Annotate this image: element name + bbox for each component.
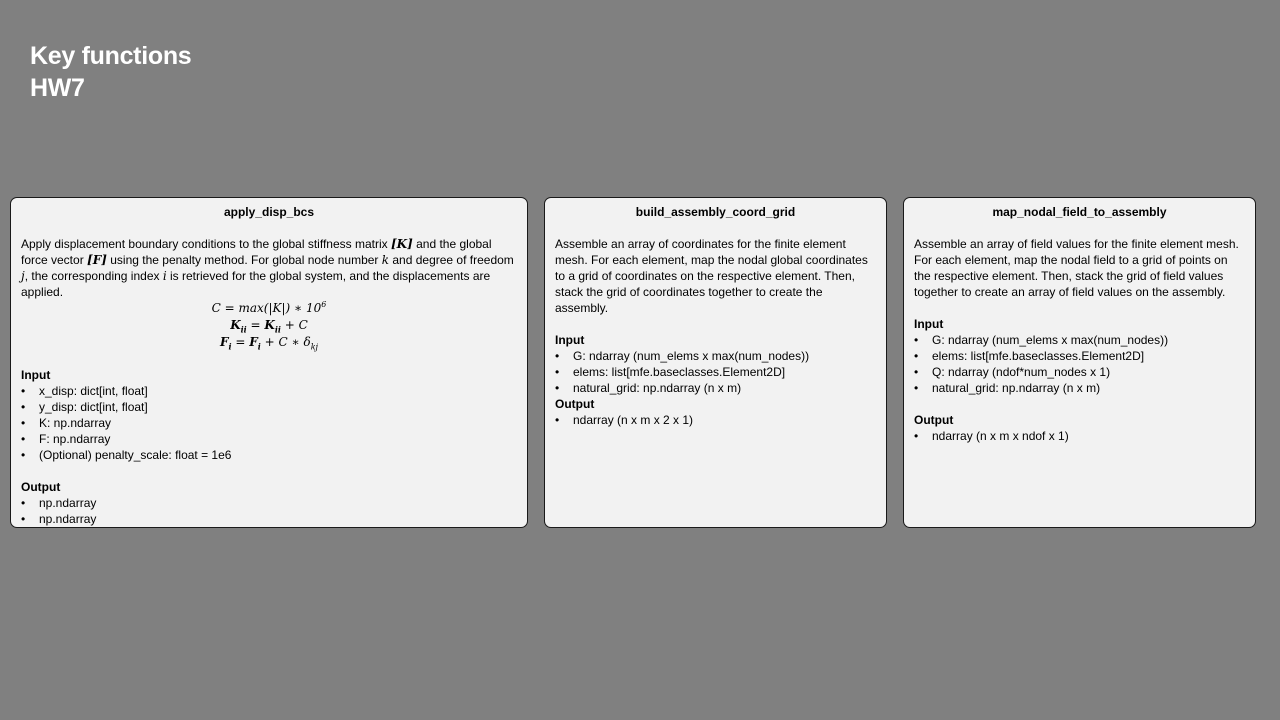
card-title: build_assembly_coord_grid [635, 205, 796, 219]
equation-text: F [219, 335, 229, 349]
output-item: np.ndarray [21, 511, 517, 527]
output-list: ndarray (n x m x 2 x 1) [555, 412, 876, 428]
input-item: natural_grid: np.ndarray (n x m) [914, 380, 1245, 396]
input-list: x_disp: dict[int, float] y_disp: dict[in… [21, 383, 517, 463]
equation-penalty-constant: C = max(|K|) ∗ 106 [21, 300, 517, 317]
output-heading: Output [555, 397, 595, 411]
equation-text: + C ∗ δ [260, 335, 311, 349]
input-item: natural_grid: np.ndarray (n x m) [555, 380, 876, 396]
output-heading: Output [914, 413, 954, 427]
input-heading: Input [555, 333, 585, 347]
equation-subscript: kj [310, 342, 319, 352]
equation-text: K [230, 318, 241, 332]
slide-title-line-1: Key functions [30, 42, 192, 70]
equation-block: C = max(|K|) ∗ 106 Kii = Kii + C Fi = Fi… [21, 300, 517, 351]
input-item: (Optional) penalty_scale: float = 1e6 [21, 447, 517, 463]
input-list: G: ndarray (num_elems x max(num_nodes)) … [914, 332, 1245, 396]
input-item: K: np.ndarray [21, 415, 517, 431]
input-item: y_disp: dict[int, float] [21, 399, 517, 415]
desc-math-K: [K] [390, 237, 413, 251]
input-heading: Input [914, 317, 944, 331]
function-card-apply-disp-bcs: apply_disp_bcs Apply displacement bounda… [10, 197, 528, 528]
input-item: G: ndarray (num_elems x max(num_nodes)) [555, 348, 876, 364]
slide-title-line-2: HW7 [30, 74, 85, 102]
equation-force-update: Fi = Fi + C ∗ δkj [21, 334, 517, 351]
input-item: F: np.ndarray [21, 431, 517, 447]
desc-text: Apply displacement boundary conditions t… [21, 237, 391, 251]
output-item: ndarray (n x m x ndof x 1) [914, 428, 1245, 444]
input-item: x_disp: dict[int, float] [21, 383, 517, 399]
input-item: elems: list[mfe.baseclasses.Element2D] [555, 364, 876, 380]
input-item: G: ndarray (num_elems x max(num_nodes)) [914, 332, 1245, 348]
equation-text: = [246, 318, 265, 332]
equation-text: F [249, 335, 258, 349]
desc-math-k: k [381, 253, 390, 267]
card-title: map_nodal_field_to_assembly [992, 205, 1167, 219]
card-description: Apply displacement boundary conditions t… [21, 236, 517, 300]
card-description: Assemble an array of field values for th… [914, 237, 1239, 299]
output-list: ndarray (n x m x ndof x 1) [914, 428, 1245, 444]
function-card-build-assembly-coord-grid: build_assembly_coord_grid Assemble an ar… [544, 197, 887, 528]
equation-text: C = max(|K|) ∗ 10 [211, 301, 322, 315]
output-item: ndarray (n x m x 2 x 1) [555, 412, 876, 428]
equation-superscript: 6 [321, 300, 327, 309]
desc-math-F: [F] [87, 253, 107, 267]
slide-title: Key functions HW7 [30, 40, 192, 104]
input-item: Q: ndarray (ndof*num_nodes x 1) [914, 364, 1245, 380]
output-heading: Output [21, 480, 61, 494]
input-heading: Input [21, 368, 51, 382]
card-description: Assemble an array of coordinates for the… [555, 237, 868, 315]
output-item: np.ndarray [21, 495, 517, 511]
card-title: apply_disp_bcs [223, 205, 315, 219]
output-list: np.ndarray np.ndarray [21, 495, 517, 527]
input-list: G: ndarray (num_elems x max(num_nodes)) … [555, 348, 876, 396]
function-card-map-nodal-field-to-assembly: map_nodal_field_to_assembly Assemble an … [903, 197, 1256, 528]
input-item: elems: list[mfe.baseclasses.Element2D] [914, 348, 1245, 364]
equation-text: K [264, 318, 275, 332]
equation-stiffness-update: Kii = Kii + C [21, 317, 517, 334]
equation-text: = [231, 335, 250, 349]
desc-text: and degree of freedom [389, 253, 514, 267]
desc-text: , the corresponding index [24, 269, 163, 283]
desc-text: using the penalty method. For global nod… [106, 253, 382, 267]
equation-text: + C [280, 318, 308, 332]
